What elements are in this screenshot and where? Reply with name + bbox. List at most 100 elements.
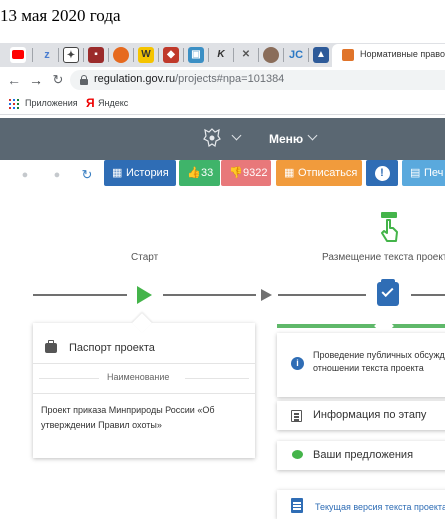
k-tab-icon[interactable]: K <box>213 47 229 63</box>
menu-button[interactable]: Меню <box>269 132 303 146</box>
timeline-line <box>411 294 445 296</box>
bookmarks-bar: Приложения Я Яндекс <box>0 93 445 115</box>
chat-bubble-icon <box>292 450 303 459</box>
unsubscribe-button[interactable]: ▦ Отписаться <box>276 160 362 186</box>
dislikes-count: 9322 <box>243 167 268 179</box>
info-circle-icon: i <box>291 357 304 370</box>
history-label: История <box>126 167 169 179</box>
tab-separator <box>58 48 59 62</box>
likes-count: 33 <box>201 167 214 179</box>
url-host: regulation.gov.ru <box>94 73 176 85</box>
card-pointer <box>132 313 152 333</box>
history-button[interactable]: ▦ История <box>104 160 176 186</box>
passport-card: Паспорт проекта Наименование Проект прик… <box>33 313 255 458</box>
current-version-link[interactable]: Текущая версия текста проекта <box>315 502 445 512</box>
unsubscribe-label: Отписаться <box>298 167 358 179</box>
tab-separator <box>283 48 284 62</box>
bookmark-yandex[interactable]: Яндекс <box>98 98 128 108</box>
stage-progress-bar <box>277 324 445 328</box>
site-header: Меню <box>0 118 445 160</box>
divider <box>185 378 249 379</box>
tab-separator <box>133 48 134 62</box>
exclamation-icon: ! <box>374 166 390 181</box>
discussion-text: Проведение публичных обсужд отношении те… <box>313 350 445 373</box>
bookmark-apps[interactable]: Приложения <box>25 98 78 108</box>
tab-separator <box>183 48 184 62</box>
date-caption: 13 мая 2020 года <box>0 6 121 25</box>
image-tab-icon[interactable]: ▣ <box>188 47 204 63</box>
z-tab-icon[interactable]: z <box>39 47 55 63</box>
address-bar[interactable]: regulation.gov.ru/projects#npa=101384 <box>70 70 445 90</box>
tab-separator <box>233 48 234 62</box>
lock-icon <box>80 75 88 85</box>
coat-of-arms-icon[interactable] <box>202 127 222 149</box>
stage-info-label: Информация по этапу <box>313 409 427 421</box>
briefcase-icon <box>45 340 57 353</box>
tab-separator <box>108 48 109 62</box>
print-label: Печ <box>424 167 444 179</box>
tools-tab-icon[interactable]: ✕ <box>238 47 254 63</box>
url-path: /projects#npa=101384 <box>175 73 285 85</box>
w-tab-icon[interactable]: W <box>138 47 154 63</box>
name-header: Наименование <box>107 372 170 382</box>
print-button[interactable]: ▤ Печ <box>402 160 445 186</box>
next-circle-icon[interactable]: ● <box>50 168 64 182</box>
shield-tab-icon[interactable]: ◆ <box>163 47 179 63</box>
emblem-tab-icon[interactable]: ✦ <box>63 47 79 63</box>
info-button[interactable]: ! <box>366 160 398 186</box>
site-favicon-icon <box>342 49 354 61</box>
youtube-tab-icon[interactable] <box>10 47 26 63</box>
word-document-icon <box>291 498 303 513</box>
stage-start-label: Старт <box>131 252 159 263</box>
proposals-item[interactable]: Ваши предложения <box>277 441 445 470</box>
back-arrow-icon[interactable]: ← <box>6 71 22 89</box>
timeline-line <box>33 294 127 296</box>
tab-separator <box>258 48 259 62</box>
prev-circle-icon[interactable]: ● <box>18 168 32 182</box>
active-tab[interactable]: Нормативные правовые <box>332 44 445 67</box>
stage-placement-label: Размещение текста проект <box>322 252 445 263</box>
emblem-chevron-down-icon[interactable] <box>231 130 242 141</box>
url-text[interactable]: regulation.gov.ru/projects#npa=101384 <box>94 73 284 85</box>
yandex-icon: Я <box>86 96 95 110</box>
start-play-icon[interactable] <box>137 286 152 304</box>
passport-title[interactable]: Паспорт проекта <box>69 342 155 354</box>
timeline-line <box>278 294 366 296</box>
forward-arrow-icon[interactable]: → <box>28 71 44 89</box>
active-tab-title: Нормативные правовые <box>360 49 445 59</box>
firefox-tab-icon[interactable] <box>113 47 129 63</box>
timeline-arrow-icon <box>261 289 272 301</box>
avatar-tab-icon[interactable] <box>263 47 279 63</box>
divider <box>33 393 255 394</box>
divider <box>33 363 255 364</box>
browser-tab-strip: z ✦ ▪ W ◆ ▣ K ✕ JC ▲ Нормативные правовы… <box>0 43 445 67</box>
stage-info-item[interactable]: Информация по этапу <box>277 401 445 430</box>
calendar-icon: ▦ <box>112 167 123 179</box>
tab-separator <box>308 48 309 62</box>
address-toolbar: ← → ↻ regulation.gov.ru/projects#npa=101… <box>0 67 445 93</box>
document-check-icon[interactable] <box>377 279 399 306</box>
jc-tab-icon[interactable]: JC <box>288 47 304 63</box>
hand-pointer-icon <box>381 212 398 242</box>
project-name: Проект приказа Минприроды России «Об утв… <box>41 405 215 430</box>
printer-icon: ▤ <box>410 167 421 179</box>
menu-chevron-down-icon[interactable] <box>307 130 318 141</box>
reload-icon[interactable]: ↻ <box>50 71 66 89</box>
tab-separator <box>208 48 209 62</box>
landscape-tab-icon[interactable]: ▲ <box>313 47 329 63</box>
like-button[interactable]: 👍 33 <box>179 160 220 186</box>
tab-separator <box>158 48 159 62</box>
current-version-item[interactable]: Текущая версия текста проекта <box>277 490 445 519</box>
apps-grid-icon[interactable] <box>9 99 19 109</box>
divider <box>39 378 99 379</box>
tab-separator <box>83 48 84 62</box>
refresh-icon[interactable]: ↻ <box>80 168 94 182</box>
calendar-icon: ▦ <box>284 167 295 179</box>
tab-separator <box>32 48 33 62</box>
project-toolbar: ● ● ↻ ▦ История 👍 33 👎 9322 ▦ Отписаться ! ▤… <box>0 160 445 192</box>
discussion-item[interactable]: i Проведение публичных обсужд отношении … <box>277 333 445 397</box>
book-tab-icon[interactable]: ▪ <box>88 47 104 63</box>
dislike-button[interactable]: 👎 9322 <box>221 160 271 186</box>
document-list-icon <box>291 410 302 422</box>
thumbs-up-icon: 👍 <box>187 167 201 179</box>
